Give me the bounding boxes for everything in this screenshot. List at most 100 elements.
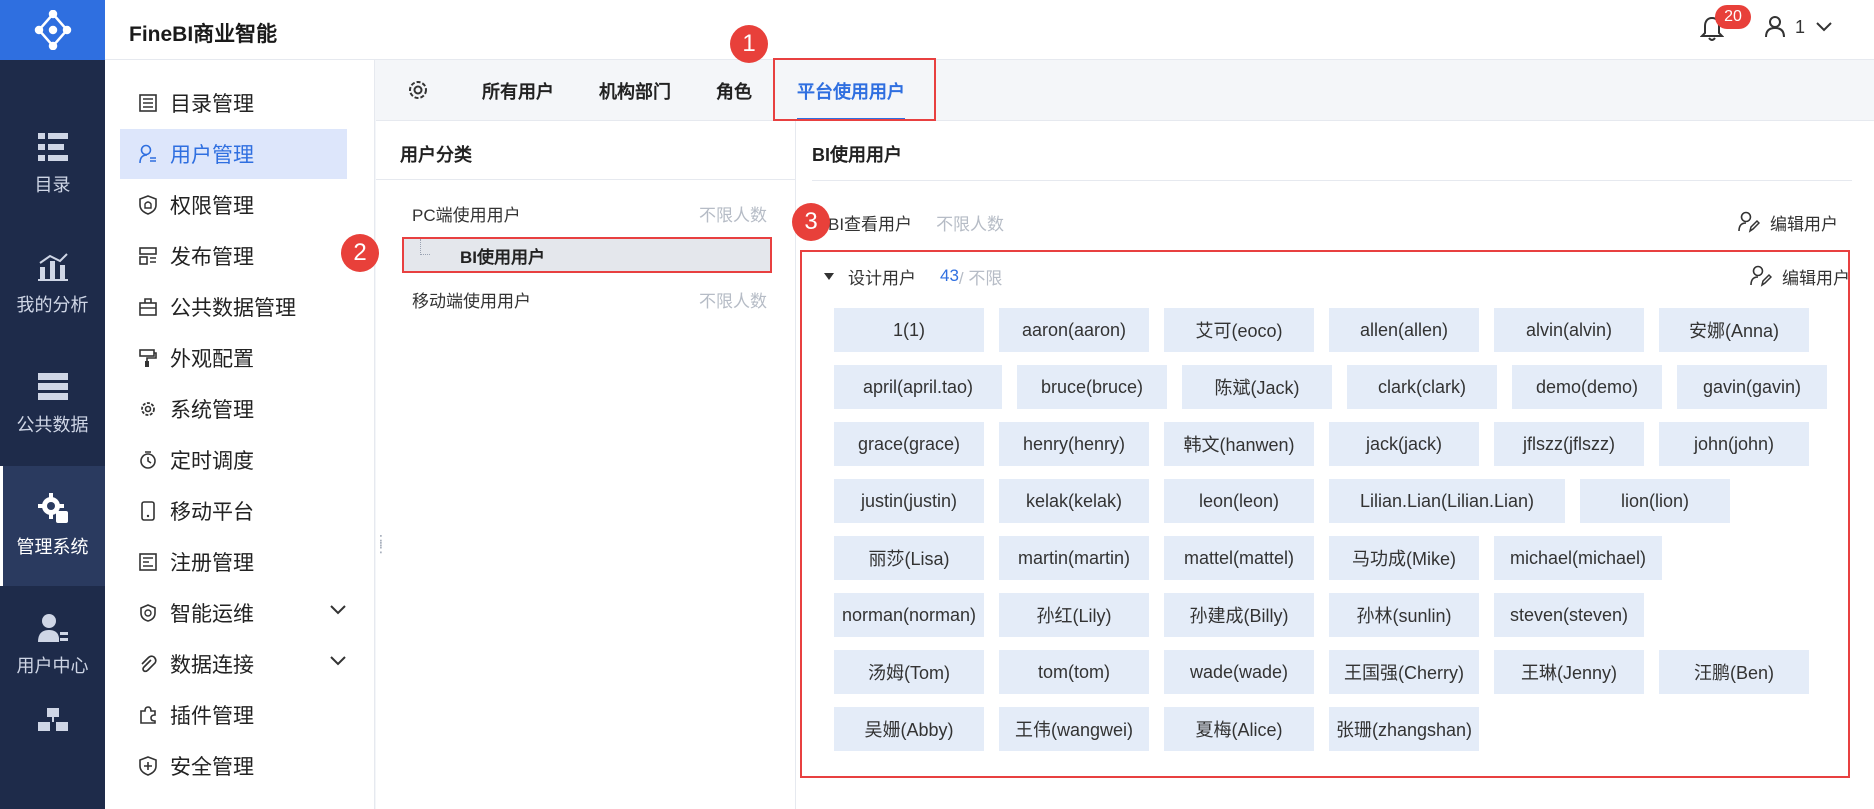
shield-icon (138, 195, 158, 215)
ops-icon (138, 603, 158, 623)
user-chip[interactable]: bruce(bruce) (1017, 365, 1167, 409)
rail-item-more[interactable] (0, 700, 105, 809)
app-title: FineBI商业智能 (129, 23, 278, 46)
settings-gear-icon[interactable] (406, 78, 430, 102)
user-chip[interactable]: 丽莎(Lisa) (834, 536, 984, 580)
sidebar-item-schedule[interactable]: 定时调度 (120, 435, 347, 485)
user-chip[interactable]: justin(justin) (834, 479, 984, 523)
user-chip[interactable]: 艾可(eoco) (1164, 308, 1314, 352)
user-chip[interactable]: jflszz(jflszz) (1494, 422, 1644, 466)
collapse-icon[interactable] (824, 272, 834, 280)
sidebar-item-publish[interactable]: 发布管理 (120, 231, 347, 281)
sidebar-item-label: 插件管理 (170, 705, 254, 728)
user-chip[interactable]: michael(michael) (1494, 536, 1662, 580)
rail-item-user-center[interactable]: 用户中心 (0, 586, 105, 706)
sidebar-item-user-management[interactable]: 用户管理 (120, 129, 347, 179)
user-chip[interactable]: 王伟(wangwei) (999, 707, 1149, 751)
rail-item-management[interactable]: 管理系统 (0, 466, 105, 586)
user-chip[interactable]: wade(wade) (1164, 650, 1314, 694)
user-chip[interactable]: 汤姆(Tom) (834, 650, 984, 694)
user-chip[interactable]: 孙红(Lily) (999, 593, 1149, 637)
rail-item-label: 管理系统 (16, 537, 89, 557)
user-chip[interactable]: grace(grace) (834, 422, 984, 466)
tab-roles[interactable]: 角色 (716, 60, 752, 121)
user-chip[interactable]: 吴姗(Abby) (834, 707, 984, 751)
user-chip[interactable]: clark(clark) (1347, 365, 1497, 409)
user-chip[interactable]: allen(allen) (1329, 308, 1479, 352)
tab-all-users[interactable]: 所有用户 (482, 60, 554, 121)
user-chip[interactable]: alvin(alvin) (1494, 308, 1644, 352)
resize-handle[interactable]: ⋮ ⋮ (374, 533, 390, 554)
user-chip[interactable]: Lilian.Lian(Lilian.Lian) (1329, 479, 1565, 523)
rail-item-catalog[interactable]: 目录 (0, 105, 105, 225)
category-label: PC端使用用户 (412, 205, 521, 225)
sidebar-item-catalog[interactable]: 目录管理 (120, 78, 347, 128)
divider (812, 180, 1852, 181)
user-chip[interactable]: 王琳(Jenny) (1494, 650, 1644, 694)
tree-connector (420, 239, 430, 255)
user-chip[interactable]: 孙建成(Billy) (1164, 593, 1314, 637)
sidebar-item-public-data[interactable]: 公共数据管理 (120, 282, 347, 332)
category-limit: 不限人数 (699, 205, 767, 225)
user-chip[interactable]: martin(martin) (999, 536, 1149, 580)
user-chip[interactable]: norman(norman) (834, 593, 984, 637)
sidebar-item-permission[interactable]: 权限管理 (120, 180, 347, 230)
user-chip[interactable]: 王国强(Cherry) (1329, 650, 1479, 694)
user-menu[interactable]: 1 (1765, 16, 1833, 38)
user-chip[interactable]: aaron(aaron) (999, 308, 1149, 352)
category-bi-users[interactable]: BI使用用户 (402, 237, 772, 273)
sidebar-item-security[interactable]: 安全管理 (120, 741, 347, 791)
rail-item-label: 用户中心 (16, 656, 89, 676)
rail-item-label: 公共数据 (16, 415, 89, 435)
user-chip[interactable]: april(april.tao) (834, 365, 1002, 409)
user-chip[interactable]: jack(jack) (1329, 422, 1479, 466)
user-chip[interactable]: kelak(kelak) (999, 479, 1149, 523)
category-panel-title: 用户分类 (400, 145, 472, 165)
user-chip[interactable]: gavin(gavin) (1677, 365, 1827, 409)
rail-item-public-data[interactable]: 公共数据 (0, 345, 105, 465)
chevron-down-icon[interactable] (329, 655, 347, 667)
sidebar-item-mobile[interactable]: 移动平台 (120, 486, 347, 536)
gear-icon (138, 399, 158, 419)
tab-departments[interactable]: 机构部门 (599, 60, 671, 121)
user-icon (1765, 16, 1785, 38)
app-logo[interactable] (0, 0, 105, 60)
analysis-icon (37, 253, 68, 281)
sidebar-item-label: 用户管理 (170, 144, 254, 167)
sidebar-item-ops[interactable]: 智能运维 (120, 588, 347, 638)
user-chip[interactable]: john(john) (1659, 422, 1809, 466)
user-chip[interactable]: steven(steven) (1494, 593, 1644, 637)
user-chip[interactable]: 汪鹏(Ben) (1659, 650, 1809, 694)
user-chip[interactable]: 马功成(Mike) (1329, 536, 1479, 580)
user-chip[interactable]: henry(henry) (999, 422, 1149, 466)
sidebar-item-plugins[interactable]: 插件管理 (120, 690, 347, 740)
logo-icon (34, 10, 71, 50)
edit-design-users-button[interactable]: 编辑用户 (1750, 264, 1850, 289)
category-pc-users[interactable]: PC端使用用户 不限人数 (412, 195, 767, 231)
sidebar-item-appearance[interactable]: 外观配置 (120, 333, 347, 383)
user-chip[interactable]: 夏梅(Alice) (1164, 707, 1314, 751)
user-chip[interactable]: tom(tom) (999, 650, 1149, 694)
user-chip[interactable]: 孙林(sunlin) (1329, 593, 1479, 637)
user-chip[interactable]: 韩文(hanwen) (1164, 422, 1314, 466)
user-chip[interactable]: 陈斌(Jack) (1182, 365, 1332, 409)
user-chip[interactable]: 1(1) (834, 308, 984, 352)
user-chip[interactable]: 安娜(Anna) (1659, 308, 1809, 352)
user-chip[interactable]: leon(leon) (1164, 479, 1314, 523)
chevron-down-icon[interactable] (329, 604, 347, 616)
rail-item-label: 目录 (34, 175, 71, 195)
puzzle-icon (138, 705, 158, 725)
sidebar-item-system[interactable]: 系统管理 (120, 384, 347, 434)
user-chip[interactable]: 张珊(zhangshan) (1329, 707, 1479, 751)
category-mobile-users[interactable]: 移动端使用用户 不限人数 (412, 281, 767, 317)
user-chip[interactable]: mattel(mattel) (1164, 536, 1314, 580)
user-chip[interactable]: lion(lion) (1580, 479, 1730, 523)
edit-users-label: 编辑用户 (1782, 268, 1850, 288)
security-shield-icon (138, 756, 158, 776)
sidebar-item-data-connection[interactable]: 数据连接 (120, 639, 347, 689)
edit-viewer-users-button[interactable]: 编辑用户 (1738, 210, 1838, 235)
sidebar-item-label: 定时调度 (170, 450, 254, 473)
user-chip[interactable]: demo(demo) (1512, 365, 1662, 409)
sidebar-item-register[interactable]: 注册管理 (120, 537, 347, 587)
rail-item-my-analysis[interactable]: 我的分析 (0, 225, 105, 345)
